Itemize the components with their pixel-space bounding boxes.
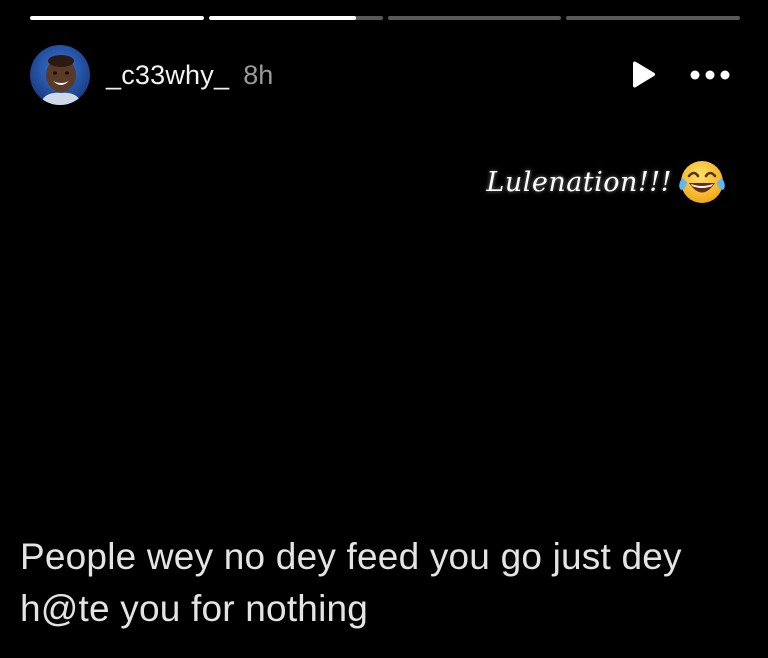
progress-segment <box>387 16 562 20</box>
text-sticker: Lulenation!!! <box>486 156 728 208</box>
story-caption: People wey no dey feed you go just dey h… <box>20 536 682 629</box>
sticker-text: Lulenation!!! <box>486 166 672 198</box>
story-progress-bar <box>30 16 740 20</box>
progress-segment <box>30 16 204 20</box>
progress-segment <box>566 16 740 20</box>
username[interactable]: _c33why_ <box>106 60 229 91</box>
progress-segment <box>208 16 383 20</box>
face-with-tears-of-joy-icon <box>679 161 725 203</box>
play-icon[interactable] <box>630 61 656 89</box>
header-actions <box>630 61 730 89</box>
story-timestamp: 8h <box>243 59 274 90</box>
progress-segment-fill <box>30 16 204 20</box>
progress-segment-fill <box>208 16 357 20</box>
story-viewer[interactable]: _c33why_ 8h Lulenation!!! People wey no … <box>0 0 768 658</box>
more-options-icon[interactable] <box>690 70 730 80</box>
story-header: _c33why_ 8h <box>30 44 730 106</box>
avatar[interactable] <box>30 45 90 105</box>
